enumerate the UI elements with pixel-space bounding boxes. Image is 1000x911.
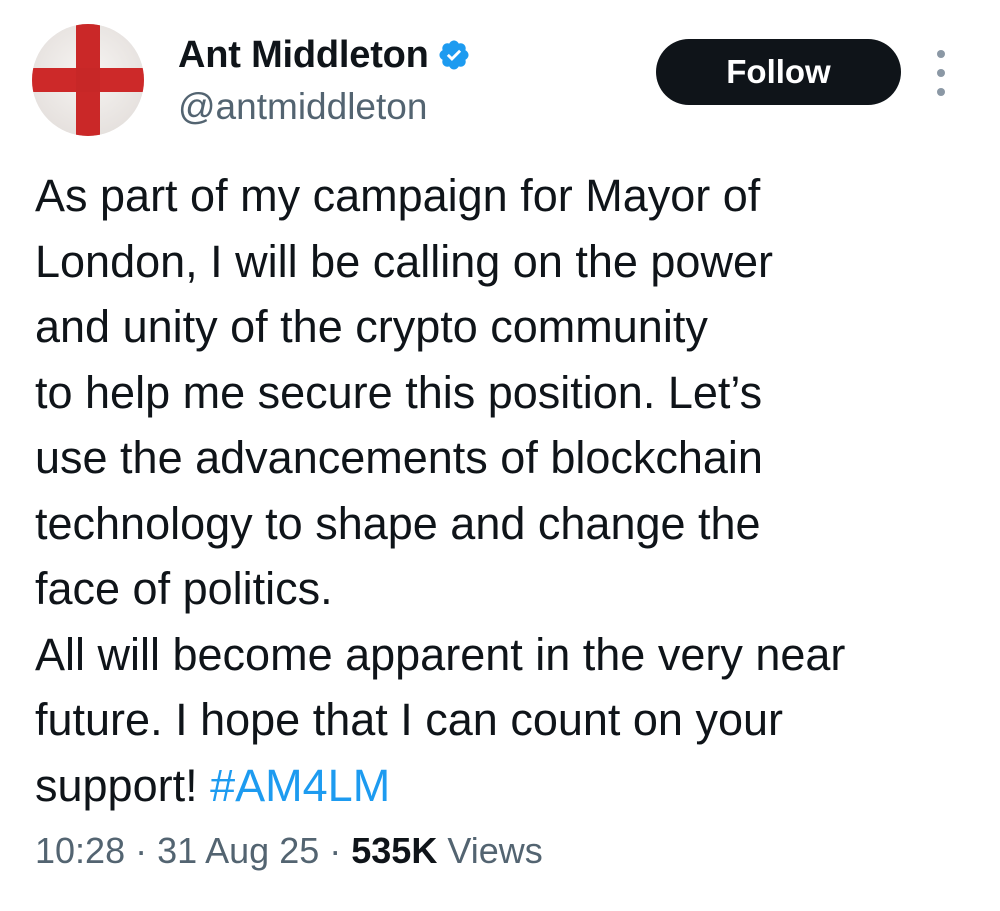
more-vertical-icon-dot <box>937 69 945 77</box>
hashtag-link[interactable]: #AM4LM <box>210 760 390 811</box>
views-count[interactable]: 535K <box>351 830 437 872</box>
avatar[interactable] <box>32 24 144 136</box>
meta-separator: · <box>329 830 342 871</box>
tweet-meta: 10:28 · 31 Aug 25 · 535K Views <box>35 830 543 872</box>
meta-separator: · <box>135 830 148 871</box>
display-name[interactable]: Ant Middleton <box>178 34 429 77</box>
name-row: Ant Middleton <box>178 30 471 80</box>
more-vertical-icon-dot <box>937 88 945 96</box>
st-george-cross-flag-icon <box>32 24 144 136</box>
tweet-text: As part of my campaign for Mayor of Lond… <box>35 163 980 818</box>
follow-button[interactable]: Follow <box>656 39 901 105</box>
user-info: Ant Middleton @antmiddleton <box>178 30 471 128</box>
tweet-body: As part of my campaign for Mayor of Lond… <box>35 170 846 811</box>
user-handle[interactable]: @antmiddleton <box>178 86 471 128</box>
verified-badge-icon <box>439 40 469 70</box>
views-label[interactable]: Views <box>447 830 542 872</box>
tweet-date[interactable]: 31 Aug 25 <box>157 830 319 872</box>
more-options-button[interactable] <box>928 50 954 96</box>
more-vertical-icon <box>937 50 945 58</box>
tweet: Ant Middleton @antmiddleton Follow As pa… <box>0 0 1000 911</box>
tweet-time[interactable]: 10:28 <box>35 830 125 872</box>
